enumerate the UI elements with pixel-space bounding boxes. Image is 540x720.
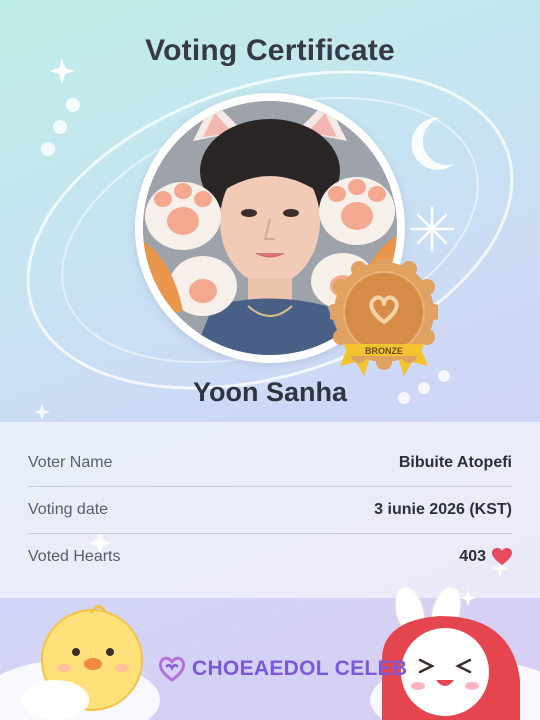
bunny-mascot-icon [382,585,520,720]
voting-date-label: Voting date [28,501,109,518]
voted-hearts-row: Voted Hearts 403 [28,534,512,580]
brand-name: CHOEAEDOL CELEB [192,657,408,680]
certificate-details: Voter Name Bibuite Atopefi Voting date 3… [0,422,540,598]
voting-date-row: Voting date 3 iunie 2026 (KST) [28,487,512,533]
voter-name-value: Bibuite Atopefi [398,454,512,471]
moon-icon [411,117,454,170]
brand-logo: CHOEAEDOL CELEB [158,654,407,684]
sparkle-icon [409,206,455,252]
voted-hearts-value-group: 403 [459,548,512,566]
voter-name-row: Voter Name Bibuite Atopefi [28,440,512,486]
voter-name-label: Voter Name [28,454,113,471]
voting-date-value: 3 iunie 2026 (KST) [374,501,512,518]
idol-name: Yoon Sanha [192,377,347,407]
heart-icon [492,548,512,565]
bronze-medal-icon: BRONZE [330,258,438,376]
badge-label: BRONZE [365,346,403,356]
certificate-title: Voting Certificate [145,34,395,67]
voted-hearts-label: Voted Hearts [28,548,121,565]
brand-logo-icon [158,656,186,682]
voted-hearts-value: 403 [459,548,486,565]
